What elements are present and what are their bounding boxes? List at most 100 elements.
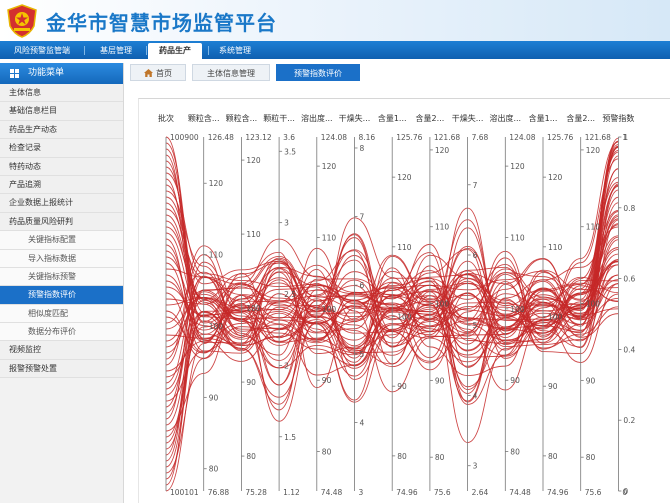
- tick-label: 7: [360, 213, 365, 222]
- tick-label: 80: [322, 448, 332, 457]
- tick-label: 0.6: [623, 275, 635, 284]
- tick-label: 100: [322, 305, 337, 314]
- tick-label: 120: [586, 146, 601, 155]
- sidebar-item[interactable]: 主体信息: [0, 84, 123, 103]
- sidebar-item[interactable]: 特药动态: [0, 157, 123, 176]
- axis-name: 颗粒含...: [226, 113, 258, 123]
- sidebar-item[interactable]: 企业数据上报统计: [0, 194, 123, 213]
- sidebar-item[interactable]: 数据分布评价: [0, 323, 123, 342]
- sidebar-item[interactable]: 预警指数评价: [0, 286, 123, 305]
- axis-min-label: 75.6: [434, 488, 451, 497]
- tick-label: 90: [435, 376, 445, 385]
- axis-max-label: 125.76: [547, 133, 573, 142]
- tick-label: 120: [510, 162, 525, 171]
- sidebar: 功能菜单 主体信息 基础信息栏目 药品生产动态 检查记录 特药动态 产品追溯 企业数据上报统…: [0, 63, 124, 503]
- sidebar-item[interactable]: 药品质量风险研判: [0, 212, 123, 232]
- tick-label: 110: [397, 243, 412, 252]
- tick-label: 110: [246, 230, 261, 239]
- axis-min-label: 75.6: [585, 488, 602, 497]
- tick-label: 3: [473, 462, 478, 471]
- tick-label: 100: [548, 313, 563, 322]
- content-tabs: 首页 主体信息管理 预警指数评价: [130, 64, 670, 82]
- axis-max-label: 121.68: [585, 133, 611, 142]
- tick-label: 110: [435, 223, 450, 232]
- nav-separator: [146, 46, 147, 55]
- tick-label: 120: [548, 173, 563, 182]
- tick-label: 4: [473, 391, 478, 400]
- axis-min-label: 74.96: [396, 488, 418, 497]
- tab-basic-management[interactable]: 基层管理: [92, 43, 140, 59]
- tick-label: 80: [435, 453, 445, 462]
- sidebar-header-label: 功能菜单: [28, 68, 65, 78]
- tick-label: 6: [473, 251, 478, 260]
- nav-separator: [208, 46, 209, 55]
- axis-min-label: 1.12: [283, 488, 300, 497]
- tick-label: 100: [209, 322, 224, 331]
- axis-max-label: 121.68: [434, 133, 460, 142]
- axis-min-label: 100101: [170, 488, 199, 497]
- sidebar-item[interactable]: 视频监控: [0, 341, 123, 360]
- tick-label: 0.8: [623, 204, 635, 213]
- axis-max-label: 3.6: [283, 133, 295, 142]
- tick-label: 80: [586, 453, 596, 462]
- emblem-logo: [7, 4, 37, 38]
- tick-label: 5: [473, 321, 478, 330]
- tick-label: 3.5: [284, 147, 296, 156]
- tick-label: 120: [435, 146, 450, 155]
- sidebar-item[interactable]: 基础信息栏目: [0, 102, 123, 121]
- axis-name: 干燥失...: [452, 113, 484, 123]
- axis-max-label: 125.76: [396, 133, 422, 142]
- tick-label: 80: [510, 448, 520, 457]
- tab-home-label: 首页: [156, 69, 172, 78]
- tick-label: 100: [397, 313, 412, 322]
- tick-label: 90: [510, 376, 520, 385]
- tick-label: 1.5: [284, 433, 296, 442]
- parallel-coordinates-chart: 批次100900100101颗粒含...126.4876.88809010011…: [158, 113, 636, 497]
- tick-label: 4: [360, 418, 365, 427]
- sidebar-item[interactable]: 相似度匹配: [0, 304, 123, 324]
- tab-system-management[interactable]: 系统管理: [212, 43, 258, 59]
- tick-label: 100: [246, 304, 261, 313]
- sidebar-item[interactable]: 导入指标数据: [0, 249, 123, 268]
- sidebar-header: 功能菜单: [0, 63, 123, 84]
- axis-max-label: 126.48: [208, 133, 234, 142]
- tick-label: 2.5: [284, 290, 296, 299]
- tab-home[interactable]: 首页: [130, 64, 186, 81]
- axis-name: 含量1...: [378, 113, 407, 123]
- sidebar-item[interactable]: 关键指标配置: [0, 231, 123, 250]
- tick-label: 120: [246, 156, 261, 165]
- tick-label: 90: [548, 382, 558, 391]
- tick-label: 90: [586, 376, 596, 385]
- tab-drug-production[interactable]: 药品生产: [148, 43, 202, 59]
- axis-min-label: 76.88: [208, 488, 230, 497]
- tick-label: 90: [209, 393, 219, 402]
- axis-min-label: 74.48: [321, 488, 343, 497]
- tick-label: 100: [510, 305, 525, 314]
- tick-label: 120: [397, 173, 412, 182]
- sidebar-item[interactable]: 关键指标预警: [0, 267, 123, 287]
- axis-max-label: 100900: [170, 133, 199, 142]
- tick-label: 100: [586, 300, 601, 309]
- axis-max-label: 123.12: [245, 133, 271, 142]
- tab-risk-warning[interactable]: 风险预警监管端: [6, 43, 78, 59]
- axis-max-label: 124.08: [321, 133, 347, 142]
- app-header: 金华市智慧市场监管平台: [0, 0, 670, 41]
- tab-entity-info[interactable]: 主体信息管理: [192, 64, 270, 81]
- sidebar-item[interactable]: 药品生产动态: [0, 120, 123, 140]
- app-title: 金华市智慧市场监管平台: [46, 11, 277, 35]
- axis-name: 颗粒干...: [263, 113, 295, 123]
- tick-label: 80: [548, 452, 558, 461]
- sidebar-item[interactable]: 检查记录: [0, 139, 123, 158]
- sidebar-menu: 主体信息 基础信息栏目 药品生产动态 检查记录 特药动态 产品追溯 企业数据上报统计 药品质量…: [0, 84, 123, 379]
- tick-label: 100: [435, 300, 450, 309]
- tab-warning-index[interactable]: 预警指数评价: [276, 64, 360, 81]
- axis-min-label: 74.48: [509, 488, 531, 497]
- tick-label: 90: [322, 376, 332, 385]
- tick-label: 0.2: [623, 416, 635, 425]
- sidebar-item[interactable]: 产品追溯: [0, 175, 123, 195]
- tick-label: 2: [284, 361, 289, 370]
- tick-label: 7: [473, 181, 478, 190]
- tick-label: 110: [548, 243, 563, 252]
- sidebar-item[interactable]: 报警预警处置: [0, 359, 123, 379]
- chart-panel: 批次 100900 100101 颗粒含... 126.48 76.88 80 90 100 11…: [138, 98, 670, 503]
